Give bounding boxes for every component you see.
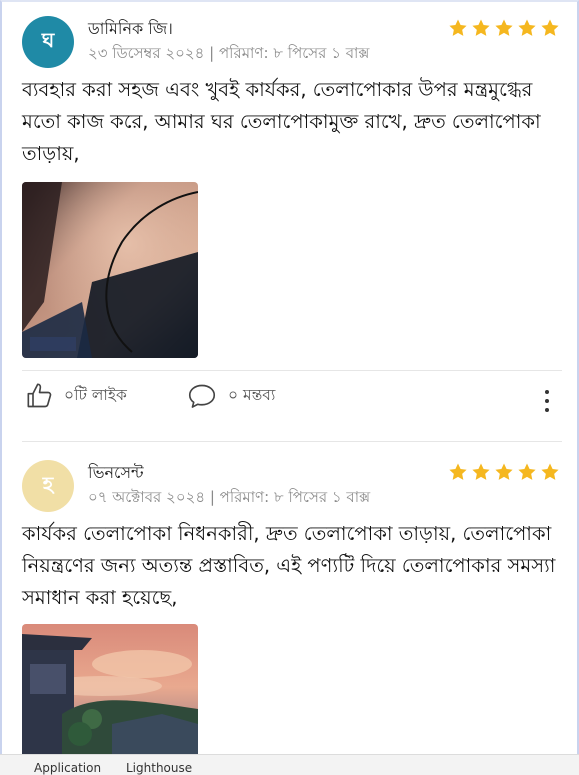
review-text: কার্যকর তেলাপোকা নিধনকারী, দ্রুত তেলাপোক… bbox=[22, 522, 556, 609]
star-icon bbox=[518, 19, 536, 36]
star-icon bbox=[541, 463, 559, 480]
star-icon bbox=[449, 463, 467, 480]
star-icon bbox=[472, 463, 490, 480]
star-icon bbox=[495, 463, 513, 480]
like-count: ০টি লাইক bbox=[64, 386, 127, 404]
devtools-tab-lighthouse[interactable]: Lighthouse bbox=[126, 761, 192, 775]
avatar: ঘ bbox=[22, 16, 74, 68]
star-icon bbox=[472, 19, 490, 36]
review-photo[interactable] bbox=[22, 624, 198, 764]
star-rating bbox=[448, 462, 560, 482]
star-icon bbox=[495, 19, 513, 36]
devtools-bar: Application Lighthouse bbox=[0, 754, 579, 775]
star-icon bbox=[518, 463, 536, 480]
reviewer-name: ডামিনিক জি। bbox=[88, 19, 173, 38]
review-meta: ০৭ অক্টোবর ২০২৪ | পরিমাণ: ৮ পিসের ১ বাক্… bbox=[88, 488, 371, 506]
like-button[interactable]: ০টি লাইক bbox=[26, 382, 127, 410]
review-meta: ২৩ ডিসেম্বর ২০২৪ | পরিমাণ: ৮ পিসের ১ বাক… bbox=[88, 44, 370, 62]
review-photo-image bbox=[22, 624, 198, 764]
star-rating bbox=[448, 18, 560, 38]
review-actions: ০টি লাইক ০ মন্তব্য bbox=[22, 382, 562, 420]
review-text: ব্যবহার করা সহজ এবং খুবই কার্যকর, তেলাপো… bbox=[22, 78, 541, 165]
review-photo[interactable] bbox=[22, 182, 198, 358]
review-photo-image bbox=[22, 182, 198, 358]
divider bbox=[22, 370, 562, 371]
divider bbox=[22, 441, 562, 442]
review-panel: ঘ ডামিনিক জি। ২৩ ডিসেম্বর ২০২৪ | পরিমাণ:… bbox=[0, 0, 579, 775]
more-options-icon[interactable] bbox=[544, 390, 550, 414]
avatar: হ bbox=[22, 460, 74, 512]
star-icon bbox=[541, 19, 559, 36]
devtools-tab-application[interactable]: Application bbox=[34, 761, 101, 775]
comment-count: ০ মন্তব্য bbox=[228, 386, 276, 404]
comment-bubble-icon bbox=[188, 384, 216, 408]
thumbs-up-icon bbox=[27, 383, 52, 408]
comment-button[interactable]: ০ মন্তব্য bbox=[186, 382, 275, 410]
star-icon bbox=[449, 19, 467, 36]
reviewer-name: ভিনসেন্ট bbox=[88, 463, 144, 482]
